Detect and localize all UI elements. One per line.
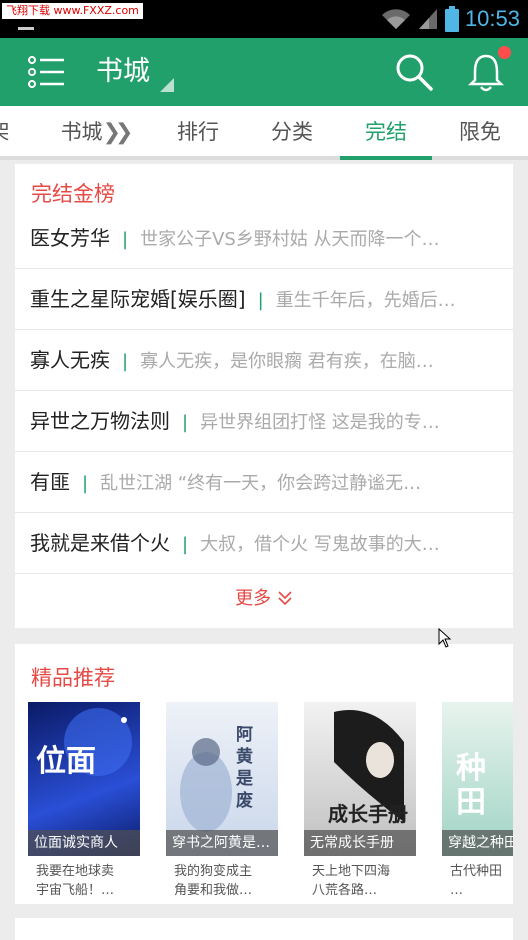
section-title: 完结金榜 — [31, 182, 115, 206]
status-icons: 10:53 — [381, 4, 520, 34]
book-card[interactable]: 阿黄是废 穿书之阿黄是… 我的狗变成主 角要和我做… — [166, 702, 278, 900]
double-chevron-icon: ❯❯ — [102, 120, 134, 145]
tab-finished[interactable]: 完结 — [340, 106, 432, 156]
mouse-cursor-icon — [438, 628, 452, 648]
finished-ranking-card: 完结金榜 医女芳华 | 世家公子VS乡野村姑 从天而降一个… 重生之星际宠婚[娱乐圈… — [15, 164, 513, 628]
book-desc: 我要在地球卖 宇宙飞船！… — [36, 864, 115, 898]
book-name: 有匪 — [30, 470, 70, 494]
book-cover: 位面 位面诚实商人 — [28, 702, 140, 856]
clock: 10:53 — [464, 6, 520, 31]
book-cover: 阿黄是废 穿书之阿黄是… — [166, 702, 278, 856]
book-desc: 古代种田 … — [450, 864, 503, 898]
search-icon[interactable] — [394, 52, 434, 92]
book-desc: 异世界组团打怪 这是我的专… — [200, 412, 440, 433]
recommend-card: 精品推荐 位面 位面诚实商人 我要在地球卖 宇宙飞船！… 阿黄是废 穿书之阿黄是… — [15, 644, 513, 904]
list-item[interactable]: 有匪 | 乱世江湖 “终有一天，你会跨过静谧无… — [15, 452, 513, 513]
book-caption: 位面诚实商人 — [28, 830, 140, 856]
app-bar: 书城 — [0, 38, 528, 106]
tab-bookstore[interactable]: 书城❯❯ — [48, 106, 140, 156]
more-button[interactable]: 更多 — [15, 584, 513, 610]
book-caption: 穿越之种田 — [442, 830, 513, 856]
list-item[interactable]: 重生之星际宠婚[娱乐圈] | 重生千年后，先婚后… — [15, 269, 513, 330]
cover-title: 成长手册 — [328, 802, 408, 826]
book-card[interactable]: 成长手册 无常成长手册 天上地下四海 八荒各路… — [304, 702, 416, 900]
cover-title: 位面 — [36, 744, 96, 779]
list-item[interactable]: 寡人无疾 | 寡人无疾，是你眼瘸 君有疾，在脑… — [15, 330, 513, 391]
tab-ranking[interactable]: 排行 — [152, 106, 244, 156]
notification-indicator — [18, 27, 34, 30]
list-item[interactable]: 医女芳华 | 世家公子VS乡野村姑 从天而降一个… — [15, 208, 513, 269]
tab-label: 书城 — [60, 120, 103, 144]
notification-dot — [498, 46, 511, 59]
more-label: 更多 — [235, 588, 272, 609]
tab-free[interactable]: 限免 — [434, 106, 526, 156]
signal-icon — [418, 9, 437, 29]
book-cover: 种田 穿越之种田 — [442, 702, 513, 856]
book-caption: 无常成长手册 — [304, 830, 416, 856]
menu-icon[interactable] — [26, 52, 68, 92]
cover-title: 种田 — [456, 751, 486, 820]
tab-bookshelf[interactable]: 架 — [0, 106, 10, 156]
watermark: 飞翔下载 www.FXXZ.com — [2, 3, 143, 19]
active-tab-indicator — [340, 156, 432, 160]
book-desc: 我的狗变成主 角要和我做… — [174, 864, 253, 898]
book-name: 重生之星际宠婚[娱乐圈] — [30, 287, 246, 311]
tab-category[interactable]: 分类 — [246, 106, 338, 156]
book-desc: 乱世江湖 “终有一天，你会跨过静谧无… — [100, 473, 422, 494]
book-name: 医女芳华 — [30, 226, 110, 250]
status-bar: 飞翔下载 www.FXXZ.com 10:53 — [0, 0, 528, 38]
book-card[interactable]: 种田 穿越之种田 古代种田 … — [442, 702, 513, 900]
tab-bar: 架 书城❯❯ 排行 分类 完结 限免 — [0, 106, 528, 160]
list-item[interactable]: 我就是来借个火 | 大叔，借个火 写鬼故事的大… — [15, 513, 513, 574]
book-desc: 大叔，借个火 写鬼故事的大… — [200, 534, 440, 555]
cover-title: 阿黄是废 — [236, 725, 253, 811]
battery-icon — [444, 6, 459, 32]
book-cover: 成长手册 无常成长手册 — [304, 702, 416, 856]
book-desc: 天上地下四海 八荒各路… — [312, 864, 391, 898]
book-name: 我就是来借个火 — [30, 531, 170, 555]
list-item[interactable]: 异世之万物法则 | 异世界组团打怪 这是我的专… — [15, 391, 513, 452]
book-caption: 穿书之阿黄是… — [166, 830, 278, 856]
book-name: 寡人无疾 — [30, 348, 110, 372]
book-desc: 寡人无疾，是你眼瘸 君有疾，在脑… — [140, 351, 434, 372]
section-title: 精品推荐 — [31, 666, 115, 690]
book-name: 异世之万物法则 — [30, 409, 170, 433]
wifi-icon — [381, 9, 410, 29]
book-desc: 世家公子VS乡野村姑 从天而降一个… — [140, 229, 440, 250]
book-card[interactable]: 位面 位面诚实商人 我要在地球卖 宇宙飞船！… — [28, 702, 140, 900]
next-section-card — [15, 918, 513, 940]
book-desc: 重生千年后，先婚后… — [275, 290, 456, 311]
dropdown-corner-icon[interactable] — [160, 78, 174, 92]
page-title[interactable]: 书城 — [96, 54, 150, 90]
double-chevron-down-icon — [278, 591, 292, 606]
